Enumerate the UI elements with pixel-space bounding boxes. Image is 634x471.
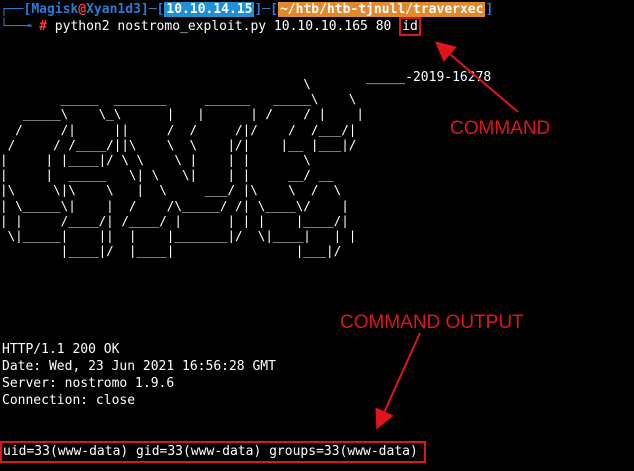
command-arrow bbox=[434, 41, 519, 113]
output-arrow bbox=[375, 332, 421, 430]
annotation-arrows bbox=[375, 41, 519, 430]
